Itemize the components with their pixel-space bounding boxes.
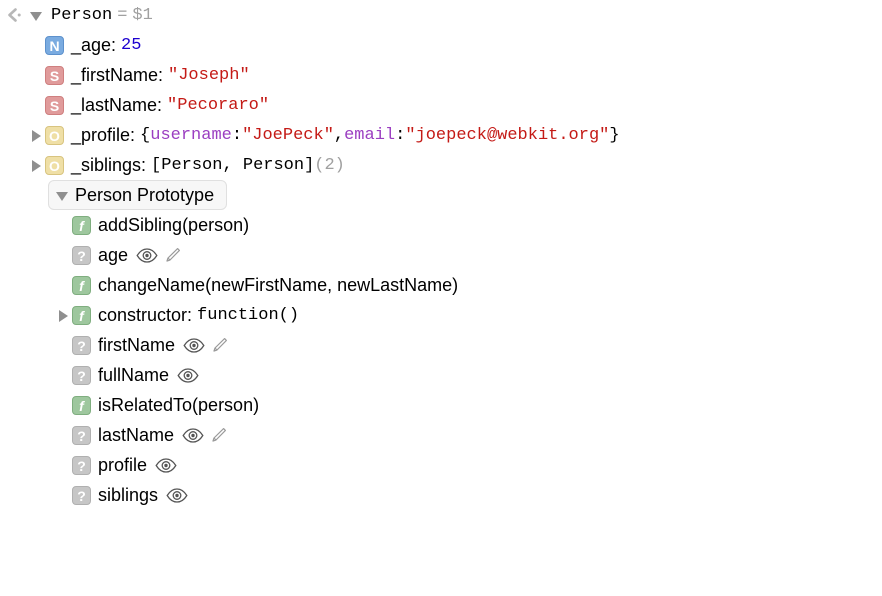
getter-eye-icon[interactable] — [183, 337, 205, 353]
goto-arrow-icon[interactable] — [4, 7, 28, 23]
property-value-part: email — [344, 125, 396, 145]
property-name: _siblings: — [71, 154, 147, 175]
property-row[interactable]: S _lastName: "Pecoraro" — [0, 90, 882, 120]
function-badge-icon: f — [72, 395, 91, 415]
property-value-part: : — [231, 125, 243, 145]
unknown-badge-icon: ? — [72, 455, 91, 475]
prototype-member-row[interactable]: ? siblings — [0, 480, 882, 510]
prototype-member-name: lastName — [98, 424, 175, 445]
prototype-member-name: fullName — [98, 364, 170, 385]
property-row[interactable]: N _age: 25 — [0, 30, 882, 60]
disclosure-triangle-closed[interactable] — [28, 127, 45, 144]
getter-eye-icon[interactable] — [166, 487, 188, 503]
prototype-member-value: function() — [197, 305, 300, 325]
prototype-member-name: isRelatedTo(person) — [98, 394, 260, 415]
object-badge-icon: O — [45, 125, 64, 145]
disclosure-triangle-closed[interactable] — [28, 157, 45, 174]
tree-root-row[interactable]: Person = $1 — [0, 0, 882, 30]
property-name: _lastName: — [71, 94, 163, 115]
unknown-badge-icon: ? — [72, 365, 91, 385]
object-badge-icon: O — [45, 155, 64, 175]
prototype-member-row[interactable]: f isRelatedTo(person) — [0, 390, 882, 420]
prototype-member-row[interactable]: f changeName(newFirstName, newLastName) — [0, 270, 882, 300]
property-name: _firstName: — [71, 64, 164, 85]
prototype-member-name: age — [98, 244, 129, 265]
disclosure-triangle-closed[interactable] — [55, 307, 72, 324]
property-row[interactable]: S _firstName: "Joseph" — [0, 60, 882, 90]
setter-pencil-icon[interactable] — [211, 337, 228, 354]
function-badge-icon: f — [72, 305, 91, 325]
setter-pencil-icon[interactable] — [210, 427, 227, 444]
unknown-badge-icon: ? — [72, 245, 91, 265]
prototype-member-row[interactable]: ? age — [0, 240, 882, 270]
prototype-member-row[interactable]: ? profile — [0, 450, 882, 480]
string-badge-icon: S — [45, 95, 64, 115]
prototype-member-name: constructor: — [98, 304, 193, 325]
root-equals-sign: = — [117, 5, 128, 25]
prototype-member-row[interactable]: ? firstName — [0, 330, 882, 360]
root-console-handle: $1 — [132, 5, 153, 25]
string-badge-icon: S — [45, 65, 64, 85]
property-value-part: (2) — [314, 155, 345, 175]
getter-eye-icon[interactable] — [177, 367, 199, 383]
prototype-member-row[interactable]: f addSibling(person) — [0, 210, 882, 240]
unknown-badge-icon: ? — [72, 425, 91, 445]
property-value-part: } — [609, 125, 620, 145]
prototype-section-row: Person Prototype — [0, 180, 882, 210]
root-object-name: Person — [51, 5, 113, 25]
prototype-section-toggle[interactable]: Person Prototype — [48, 180, 228, 210]
property-value: "Pecoraro" — [167, 95, 270, 115]
function-badge-icon: f — [72, 275, 91, 295]
property-name: _age: — [71, 34, 117, 55]
prototype-member-row[interactable]: f constructor: function() — [0, 300, 882, 330]
setter-pencil-icon[interactable] — [164, 247, 181, 264]
prototype-member-name: changeName(newFirstName, newLastName) — [98, 274, 459, 295]
prototype-member-name: siblings — [98, 484, 159, 505]
property-value: "Joseph" — [168, 65, 250, 85]
disclosure-triangle-open[interactable] — [28, 7, 45, 24]
prototype-member-row[interactable]: ? fullName — [0, 360, 882, 390]
property-name: _profile: — [71, 124, 136, 145]
property-value-part: username — [150, 125, 232, 145]
prototype-member-row[interactable]: ? lastName — [0, 420, 882, 450]
getter-eye-icon[interactable] — [182, 427, 204, 443]
property-row[interactable]: O _profile:{username: "JoePeck", email: "… — [0, 120, 882, 150]
property-value-part: { — [140, 125, 151, 145]
property-value: 25 — [121, 35, 142, 55]
property-value-part: [Person, Person] — [151, 155, 315, 175]
property-row[interactable]: O _siblings: [Person, Person] (2) — [0, 150, 882, 180]
unknown-badge-icon: ? — [72, 485, 91, 505]
property-value-part: : — [395, 125, 406, 145]
disclosure-triangle-open[interactable] — [54, 187, 71, 204]
number-badge-icon: N — [45, 35, 64, 55]
property-value-part: , — [333, 125, 345, 145]
prototype-member-name: addSibling(person) — [98, 214, 250, 235]
prototype-member-name: profile — [98, 454, 148, 475]
unknown-badge-icon: ? — [72, 335, 91, 355]
getter-eye-icon[interactable] — [136, 247, 158, 263]
prototype-section-label: Person Prototype — [75, 184, 215, 205]
property-value-part: "JoePeck" — [242, 125, 334, 145]
getter-eye-icon[interactable] — [155, 457, 177, 473]
function-badge-icon: f — [72, 215, 91, 235]
object-tree-panel: Person = $1 N _age: 25 S _firstName: "Joseph" S _l… — [0, 0, 882, 596]
property-value-part: "joepeck@webkit.org" — [405, 125, 610, 145]
prototype-member-name: firstName — [98, 334, 176, 355]
